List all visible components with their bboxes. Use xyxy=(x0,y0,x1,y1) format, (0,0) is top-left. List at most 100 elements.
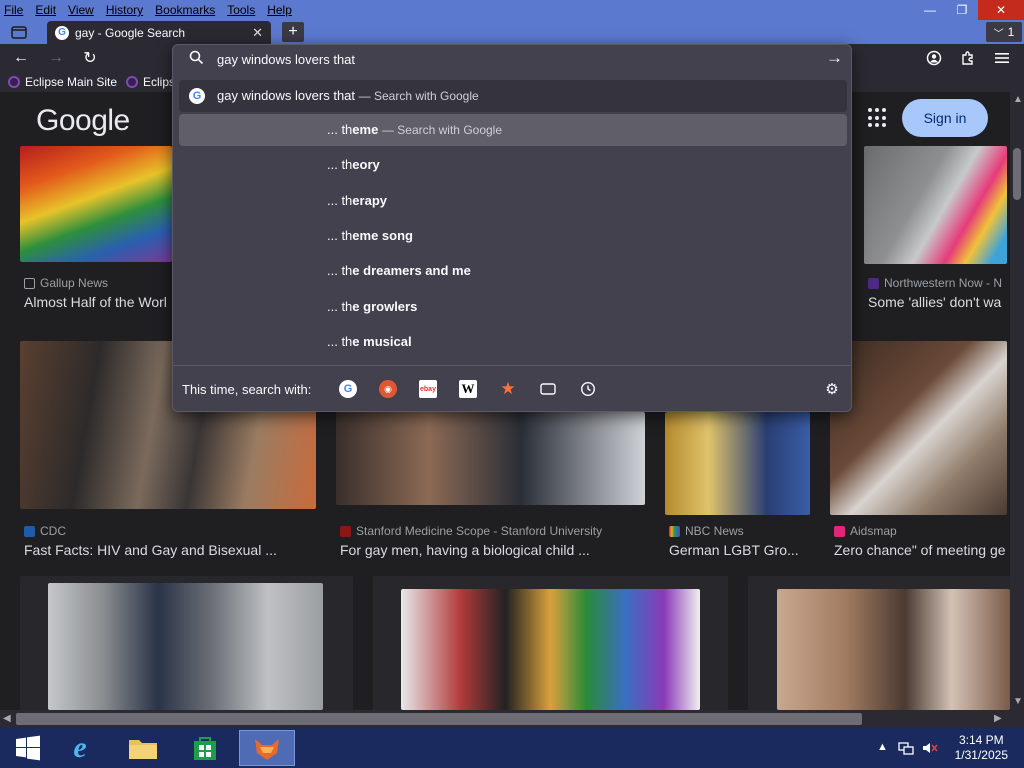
reload-button[interactable]: ↻ xyxy=(78,48,102,68)
result-image[interactable] xyxy=(336,412,645,505)
bookmarks-star-icon[interactable]: ★ xyxy=(499,379,517,398)
duckduckgo-icon[interactable]: ◉ xyxy=(379,380,397,398)
minimize-button[interactable]: — xyxy=(914,0,946,20)
search-icon xyxy=(189,50,204,69)
result-title[interactable]: Almost Half of the Worl xyxy=(24,294,174,310)
result-source[interactable]: Stanford Medicine Scope - Stanford Unive… xyxy=(340,524,645,538)
suggestion-item[interactable]: ... the dreamers and me xyxy=(179,255,847,287)
file-explorer-icon[interactable] xyxy=(115,730,171,766)
account-icon[interactable] xyxy=(922,48,946,68)
menu-file[interactable]: File xyxy=(4,3,23,17)
result-source[interactable]: Gallup News xyxy=(24,276,174,290)
google-icon: G xyxy=(189,88,205,104)
sign-in-button[interactable]: Sign in xyxy=(902,99,988,137)
tab-overview-icon[interactable] xyxy=(8,22,30,42)
menu-bookmarks[interactable]: Bookmarks xyxy=(155,3,215,17)
suggestion-completion: e dreamers and me xyxy=(352,263,471,278)
bookmark-label: Eclips xyxy=(143,75,176,89)
result-source-label: Gallup News xyxy=(40,276,109,290)
horizontal-scroll-thumb[interactable] xyxy=(16,713,862,725)
result-image[interactable] xyxy=(20,146,172,262)
ebay-icon[interactable]: ebay xyxy=(419,380,437,398)
result-source-label: Northwestern Now - N xyxy=(884,276,1003,290)
volume-muted-icon[interactable] xyxy=(922,741,938,758)
bookmark-eclipse-main-site[interactable]: Eclipse Main Site xyxy=(8,75,117,89)
result-title[interactable]: For gay men, having a biological child .… xyxy=(340,542,645,558)
result-source[interactable]: Aidsmap xyxy=(834,524,1010,538)
address-bar[interactable]: gay windows lovers that → xyxy=(173,45,851,75)
tab-google-search[interactable]: G gay - Google Search ✕ xyxy=(47,21,271,44)
scroll-up-arrow-icon[interactable]: ▲ xyxy=(1013,94,1023,105)
result-image[interactable] xyxy=(864,146,1007,264)
suggestion-item[interactable]: ... theory xyxy=(179,149,847,181)
suggestion-text: gay windows lovers that xyxy=(217,88,356,103)
extensions-icon[interactable] xyxy=(956,48,980,68)
result-image[interactable] xyxy=(401,589,700,710)
chevron-down-icon: ﹀ xyxy=(993,28,1004,40)
windows-store-icon[interactable] xyxy=(177,730,233,766)
google-favicon-icon: G xyxy=(55,25,69,40)
suggestion-item[interactable]: ... the growlers xyxy=(179,291,847,323)
result-image[interactable] xyxy=(830,341,1007,515)
result-source-label: Stanford Medicine Scope - Stanford Unive… xyxy=(356,524,603,538)
menu-help[interactable]: Help xyxy=(267,3,292,17)
result-image[interactable] xyxy=(777,589,1010,710)
new-tab-button[interactable]: + xyxy=(282,22,304,42)
bookmark-eclipse[interactable]: Eclips xyxy=(126,75,175,89)
suggestion-search-with-google[interactable]: G gay windows lovers that — Search with … xyxy=(179,80,847,112)
scroll-left-arrow-icon[interactable]: ◀ xyxy=(3,713,11,724)
suggestion-hint: — Search with Google xyxy=(358,89,479,103)
history-icon[interactable] xyxy=(579,380,597,398)
result-source[interactable]: Northwestern Now - N xyxy=(868,276,1008,290)
firefox-taskbar-icon[interactable] xyxy=(239,730,295,766)
suggestion-prefix: ... th xyxy=(327,228,353,243)
list-all-tabs-button[interactable]: ﹀ 1 xyxy=(986,22,1022,42)
window-controls: — ❐ ✕ xyxy=(914,0,1024,20)
menu-view[interactable]: View xyxy=(68,3,94,17)
show-hidden-icons-icon[interactable]: ▲ xyxy=(877,741,888,753)
northwestern-favicon-icon xyxy=(868,277,879,289)
result-image[interactable] xyxy=(665,412,810,515)
hamburger-menu-icon[interactable] xyxy=(990,48,1014,68)
google-logo[interactable]: Google xyxy=(36,104,130,138)
google-apps-icon[interactable] xyxy=(868,108,888,128)
address-input[interactable]: gay windows lovers that xyxy=(217,52,355,67)
search-with-label: This time, search with: xyxy=(182,382,312,397)
suggestion-prefix: ... th xyxy=(327,334,353,349)
aidsmap-favicon-icon xyxy=(834,525,845,537)
result-title[interactable]: Fast Facts: HIV and Gay and Bisexual ... xyxy=(24,542,314,558)
network-icon[interactable] xyxy=(898,741,914,758)
result-source-label: NBC News xyxy=(685,524,744,538)
suggestion-item[interactable]: ... theme song xyxy=(179,220,847,252)
restore-button[interactable]: ❐ xyxy=(946,0,978,20)
vertical-scrollbar[interactable]: ▲ ▼ xyxy=(1010,92,1024,710)
vertical-scroll-thumb[interactable] xyxy=(1013,148,1021,200)
suggestion-item[interactable]: ... therapy xyxy=(179,185,847,217)
start-button[interactable] xyxy=(0,730,56,766)
result-title[interactable]: Some 'allies' don't wa xyxy=(868,294,1008,310)
result-title[interactable]: German LGBT Gro... xyxy=(669,542,814,558)
tabs-icon[interactable] xyxy=(539,380,557,398)
wikipedia-icon[interactable]: W xyxy=(459,380,477,398)
system-clock[interactable]: 3:14 PM 1/31/2025 xyxy=(955,733,1008,763)
close-window-button[interactable]: ✕ xyxy=(978,0,1024,20)
suggestion-item[interactable]: ... the musical xyxy=(179,326,847,358)
menu-history[interactable]: History xyxy=(106,3,143,17)
result-image[interactable] xyxy=(48,583,323,710)
google-icon[interactable]: G xyxy=(339,380,357,398)
internet-explorer-icon[interactable]: e xyxy=(52,730,108,766)
forward-button[interactable]: → xyxy=(44,48,68,68)
result-source[interactable]: NBC News xyxy=(669,524,814,538)
suggestion-item[interactable]: ... theme — Search with Google xyxy=(179,114,847,146)
scroll-right-arrow-icon[interactable]: ▶ xyxy=(994,713,1002,724)
go-arrow-button[interactable]: → xyxy=(826,48,843,68)
menu-edit[interactable]: Edit xyxy=(35,3,56,17)
result-source[interactable]: CDC xyxy=(24,524,314,538)
result-title[interactable]: Zero chance" of meeting ge xyxy=(834,542,1010,558)
horizontal-scrollbar[interactable]: ◀ ▶ xyxy=(0,710,1024,728)
menu-tools[interactable]: Tools xyxy=(227,3,255,17)
close-tab-icon[interactable]: ✕ xyxy=(252,25,263,41)
scroll-down-arrow-icon[interactable]: ▼ xyxy=(1013,696,1023,707)
search-settings-gear-icon[interactable]: ⚙ xyxy=(823,380,841,398)
back-button[interactable]: ← xyxy=(9,48,33,68)
